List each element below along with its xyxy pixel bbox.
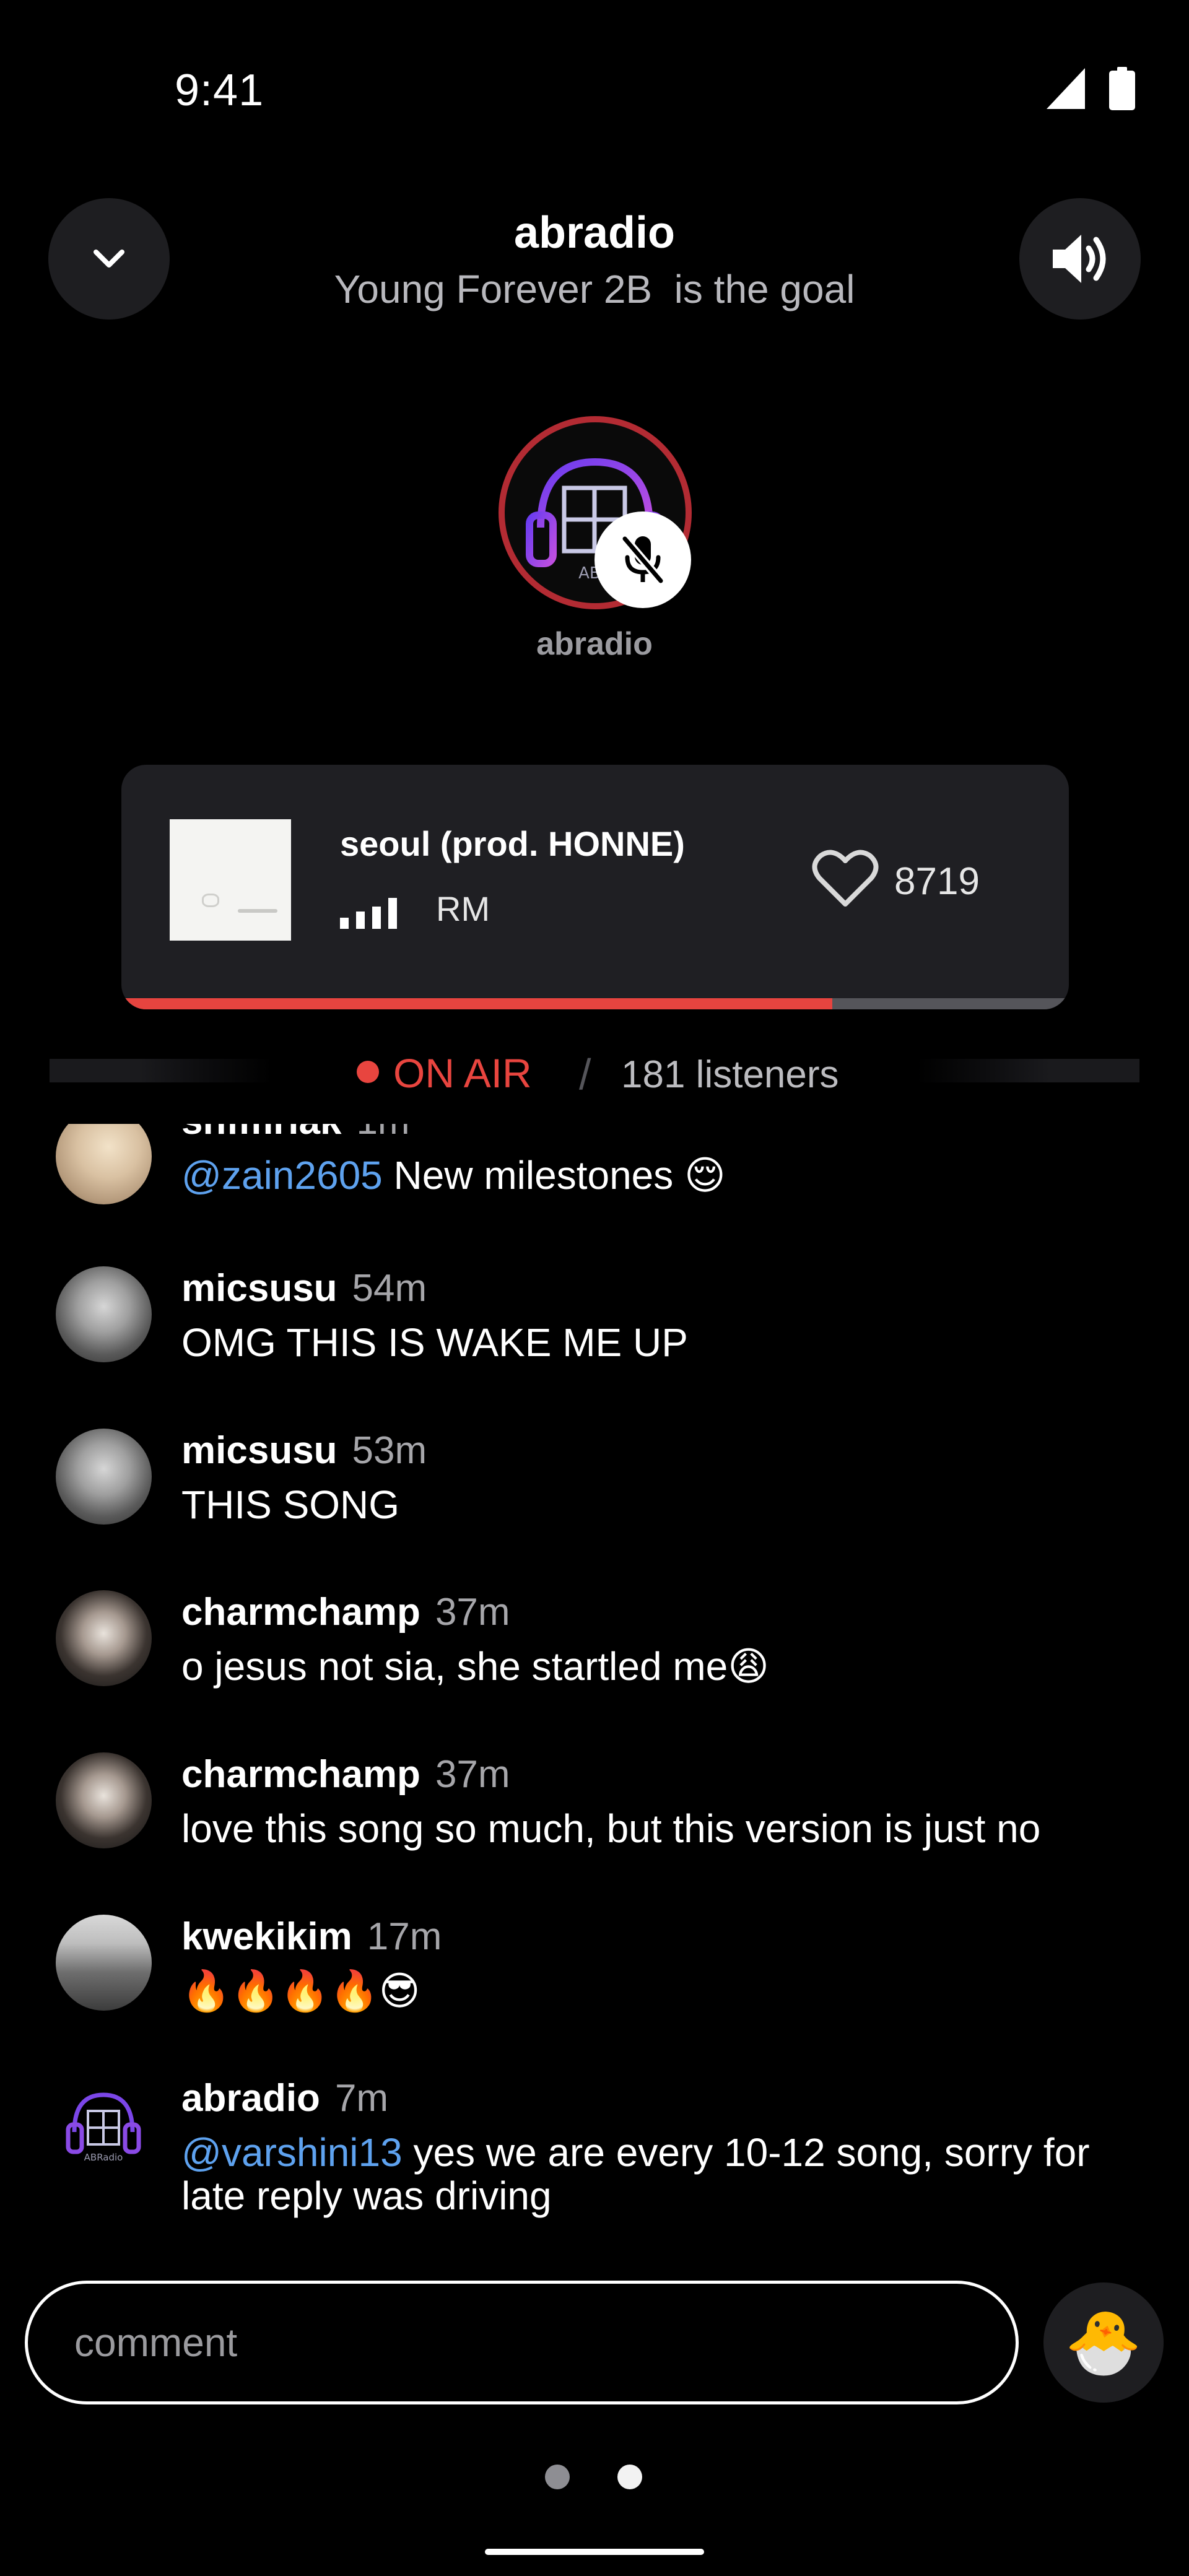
user-avatar[interactable]	[56, 1752, 152, 1848]
user-avatar[interactable]	[56, 1124, 152, 1204]
message-time: 37m	[435, 1591, 510, 1634]
home-indicator[interactable]	[485, 2549, 704, 2555]
album-art	[170, 819, 291, 941]
hatching-chick-icon: 🐣	[1065, 2307, 1143, 2377]
message-time: 53m	[352, 1429, 427, 1472]
host-name: abradio	[536, 626, 653, 662]
page-indicator-dot-active[interactable]	[617, 2465, 642, 2489]
message-time: 1m	[356, 1124, 409, 1142]
message-username[interactable]: shfmriak1m	[181, 1124, 410, 1143]
user-avatar[interactable]	[56, 1590, 152, 1686]
message-text: THIS SONG	[181, 1482, 400, 1527]
svg-text:ABRadio: ABRadio	[84, 2152, 123, 2163]
chat-list[interactable]: shfmriak1m @zain2605 New milestones 😌 mi…	[0, 1124, 1189, 2232]
heart-icon[interactable]	[812, 848, 879, 908]
user-avatar[interactable]	[56, 1915, 152, 2011]
page-indicator-dot[interactable]	[545, 2465, 570, 2489]
message-username[interactable]: kwekikim 17m	[181, 1915, 442, 1959]
status-time: 9:41	[175, 66, 264, 115]
user-avatar[interactable]: ABRadio	[56, 2076, 152, 2172]
mute-badge	[594, 511, 691, 608]
listener-count: 181 listeners	[621, 1053, 839, 1096]
on-air-row: ON AIR / 181 listeners	[0, 1046, 1189, 1099]
now-playing-card[interactable]: seoul (prod. HONNE) RM 8719	[121, 765, 1069, 1009]
user-avatar[interactable]	[56, 1429, 152, 1525]
message-text: @varshini13 yes we are every 10-12 song,…	[181, 2130, 1090, 2218]
mention-link[interactable]: @zain2605	[181, 1153, 383, 1198]
song-title: seoul (prod. HONNE)	[340, 824, 685, 863]
on-air-separator: /	[579, 1050, 591, 1099]
message-text: o jesus not sia, she startled me😩	[181, 1644, 769, 1689]
song-progress-bar	[121, 998, 1069, 1009]
battery-full-icon	[1109, 67, 1135, 110]
status-bar: 9:41	[0, 0, 1189, 186]
message-username[interactable]: abradio 7m	[181, 2076, 388, 2120]
divider-left	[50, 1059, 272, 1082]
on-air-label: ON AIR	[393, 1050, 532, 1096]
artist-name: RM	[436, 889, 490, 928]
message-username[interactable]: micsusu 53m	[181, 1429, 427, 1473]
station-title: abradio	[513, 208, 676, 258]
message-time: 17m	[367, 1915, 442, 1958]
volume-button[interactable]	[1019, 198, 1141, 320]
live-dot-icon	[357, 1061, 379, 1083]
song-progress-fill	[121, 998, 832, 1009]
message-text: love this song so much, but this version…	[181, 1806, 1041, 1851]
message-text: @zain2605 New milestones 😌	[181, 1153, 726, 1198]
comment-input[interactable]	[25, 2281, 1019, 2404]
divider-right	[917, 1059, 1139, 1082]
message-time: 37m	[435, 1753, 510, 1796]
message-text: 🔥🔥🔥🔥😎	[181, 1969, 420, 2013]
cellular-signal-icon	[1047, 68, 1085, 109]
message-username[interactable]: charmchamp 37m	[181, 1752, 510, 1796]
station-subtitle: Young Forever 2B is the goal	[334, 267, 855, 311]
abradio-logo: ABRadio	[66, 2092, 141, 2163]
message-time: 54m	[352, 1267, 427, 1310]
user-avatar[interactable]	[56, 1266, 152, 1362]
message-username[interactable]: micsusu 54m	[181, 1266, 427, 1310]
message-text: OMG THIS IS WAKE ME UP	[181, 1320, 688, 1365]
microphone-muted-icon	[621, 536, 664, 584]
message-time: 7m	[334, 2077, 389, 2120]
speaker-volume-icon	[1053, 235, 1106, 283]
message-username[interactable]: charmchamp 37m	[181, 1590, 510, 1634]
mention-link[interactable]: @varshini13	[181, 2130, 403, 2175]
emoji-reaction-button[interactable]: 🐣	[1043, 2282, 1164, 2403]
like-count: 8719	[894, 860, 980, 903]
equalizer-icon	[340, 898, 397, 929]
